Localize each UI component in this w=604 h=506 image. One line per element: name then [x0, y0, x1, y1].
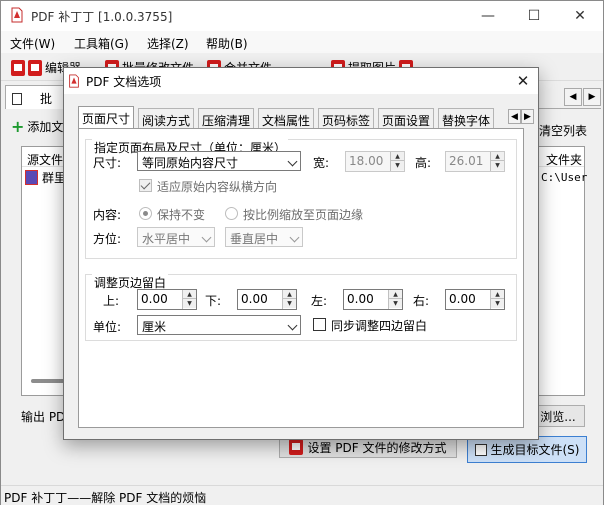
- spin-down-icon[interactable]: ▼: [389, 299, 402, 308]
- tab-doc-properties[interactable]: 文档属性: [258, 108, 315, 128]
- save-icon: [474, 443, 487, 456]
- unit-label: 单位:: [93, 320, 122, 334]
- width-spinner[interactable]: 18.00 ▲ ▼: [345, 151, 405, 172]
- bottom-label: 下:: [205, 294, 222, 308]
- chevron-down-icon: [287, 320, 298, 331]
- top-margin-spinner[interactable]: 0.00 ▲ ▼: [137, 289, 197, 310]
- left-margin-spinner[interactable]: 0.00 ▲ ▼: [343, 289, 403, 310]
- spin-up-icon[interactable]: ▲: [283, 290, 296, 299]
- browse-button[interactable]: 浏览...: [531, 405, 585, 427]
- tab-compress[interactable]: 压缩清理: [198, 108, 255, 128]
- chevron-down-icon: [201, 232, 212, 243]
- orientation-label: 适应原始内容纵横方向: [157, 180, 278, 194]
- status-text: PDF 补丁丁——解除 PDF 文档的烦恼: [4, 491, 207, 505]
- bottom-margin-spinner[interactable]: 0.00 ▲ ▼: [237, 289, 297, 310]
- align-label: 方位:: [93, 232, 122, 246]
- column-source[interactable]: 源文件: [27, 151, 63, 168]
- pdf-file-icon: [25, 170, 38, 185]
- list-item[interactable]: 群里: [25, 169, 66, 186]
- valign-dropdown[interactable]: 垂直居中: [225, 227, 303, 247]
- dialog-title: PDF 文档选项: [86, 75, 162, 89]
- width-label: 宽:: [313, 156, 330, 170]
- tab-scroll-right[interactable]: ▶: [521, 109, 534, 124]
- menu-file[interactable]: 文件(W): [10, 35, 55, 52]
- chevron-down-icon: [289, 232, 300, 243]
- menu-toolbox[interactable]: 工具箱(G): [74, 35, 129, 52]
- spin-down-icon[interactable]: ▼: [491, 161, 504, 170]
- tab-page-labels[interactable]: 页码标签: [318, 108, 375, 128]
- dialog-tab-strip: 页面尺寸 阅读方式 压缩清理 文档属性 页码标签 页面设置 替换字体: [78, 106, 518, 128]
- plus-icon: +: [11, 117, 25, 136]
- left-label: 左:: [311, 294, 328, 308]
- title-bar: PDF 补丁丁 [1.0.0.3755] — ☐ ✕: [1, 1, 603, 31]
- document-icon: [12, 93, 22, 105]
- top-label: 上:: [103, 294, 120, 308]
- halign-dropdown[interactable]: 水平居中: [137, 227, 215, 247]
- spin-up-icon[interactable]: ▲: [391, 152, 404, 161]
- spin-down-icon[interactable]: ▼: [283, 299, 296, 308]
- size-dropdown[interactable]: 等同原始内容尺寸: [137, 151, 301, 171]
- unit-dropdown[interactable]: 厘米: [137, 315, 301, 335]
- generate-button[interactable]: 生成目标文件(S): [467, 436, 587, 463]
- chevron-down-icon: [287, 156, 298, 167]
- content-label: 内容:: [93, 208, 122, 222]
- pdf-icon: [11, 59, 25, 76]
- menu-help[interactable]: 帮助(B): [206, 35, 248, 52]
- column-folder[interactable]: 文件夹: [546, 151, 582, 168]
- pdf-icon: [289, 439, 304, 455]
- tab-scroller: ◀ ▶: [508, 109, 534, 124]
- sync-margins-label: 同步调整四边留白: [331, 319, 428, 333]
- app-icon: [11, 7, 23, 23]
- menu-select[interactable]: 选择(Z): [147, 35, 189, 52]
- spin-down-icon[interactable]: ▼: [391, 161, 404, 170]
- sync-margins-checkbox[interactable]: [313, 318, 326, 331]
- add-file-button[interactable]: + 添加文: [11, 117, 63, 136]
- list-item-path: C:\User: [541, 171, 588, 184]
- orientation-checkbox[interactable]: [139, 179, 152, 192]
- tab-scroll-right[interactable]: ▶: [583, 88, 601, 106]
- scale-label: 按比例缩放至页面边缘: [243, 208, 364, 222]
- height-label: 高:: [415, 156, 432, 170]
- pdf-options-dialog: PDF 文档选项 ✕ 页面尺寸 阅读方式 压缩清理 文档属性 页码标签 页面设置…: [63, 67, 539, 440]
- spin-up-icon[interactable]: ▲: [491, 290, 504, 299]
- close-button[interactable]: ✕: [557, 1, 603, 31]
- spin-up-icon[interactable]: ▲: [491, 152, 504, 161]
- minimize-button[interactable]: —: [465, 1, 511, 31]
- status-bar: PDF 补丁丁——解除 PDF 文档的烦恼: [1, 485, 603, 505]
- dialog-title-bar: PDF 文档选项 ✕: [64, 68, 538, 94]
- spin-down-icon[interactable]: ▼: [491, 299, 504, 308]
- clear-list-button[interactable]: 清空列表: [539, 122, 587, 139]
- scale-radio[interactable]: [225, 207, 238, 220]
- keep-label: 保持不变: [157, 208, 206, 222]
- spin-down-icon[interactable]: ▼: [183, 299, 196, 308]
- maximize-button[interactable]: ☐: [511, 1, 557, 31]
- tab-scroll-left[interactable]: ◀: [564, 88, 582, 106]
- pdf-icon: [28, 59, 42, 76]
- close-icon[interactable]: ✕: [512, 71, 534, 91]
- tab-page-size[interactable]: 页面尺寸: [78, 106, 135, 128]
- tab-replace-fonts[interactable]: 替换字体: [438, 108, 495, 128]
- tab-reading-mode[interactable]: 阅读方式: [138, 108, 195, 128]
- window-title: PDF 补丁丁 [1.0.0.3755]: [31, 10, 173, 24]
- tab-scroll-left[interactable]: ◀: [508, 109, 521, 124]
- right-margin-spinner[interactable]: 0.00 ▲ ▼: [445, 289, 505, 310]
- tab-page-settings[interactable]: 页面设置: [378, 108, 435, 128]
- size-label: 尺寸:: [93, 156, 122, 170]
- spin-up-icon[interactable]: ▲: [389, 290, 402, 299]
- tab-panel-page-size: 指定页面布局及尺寸（单位：厘米） 尺寸: 等同原始内容尺寸 宽: 18.00 ▲…: [78, 128, 524, 428]
- app-icon: [69, 74, 79, 88]
- spin-up-icon[interactable]: ▲: [183, 290, 196, 299]
- right-label: 右:: [413, 294, 430, 308]
- keep-radio[interactable]: [139, 207, 152, 220]
- height-spinner[interactable]: 26.01 ▲ ▼: [445, 151, 505, 172]
